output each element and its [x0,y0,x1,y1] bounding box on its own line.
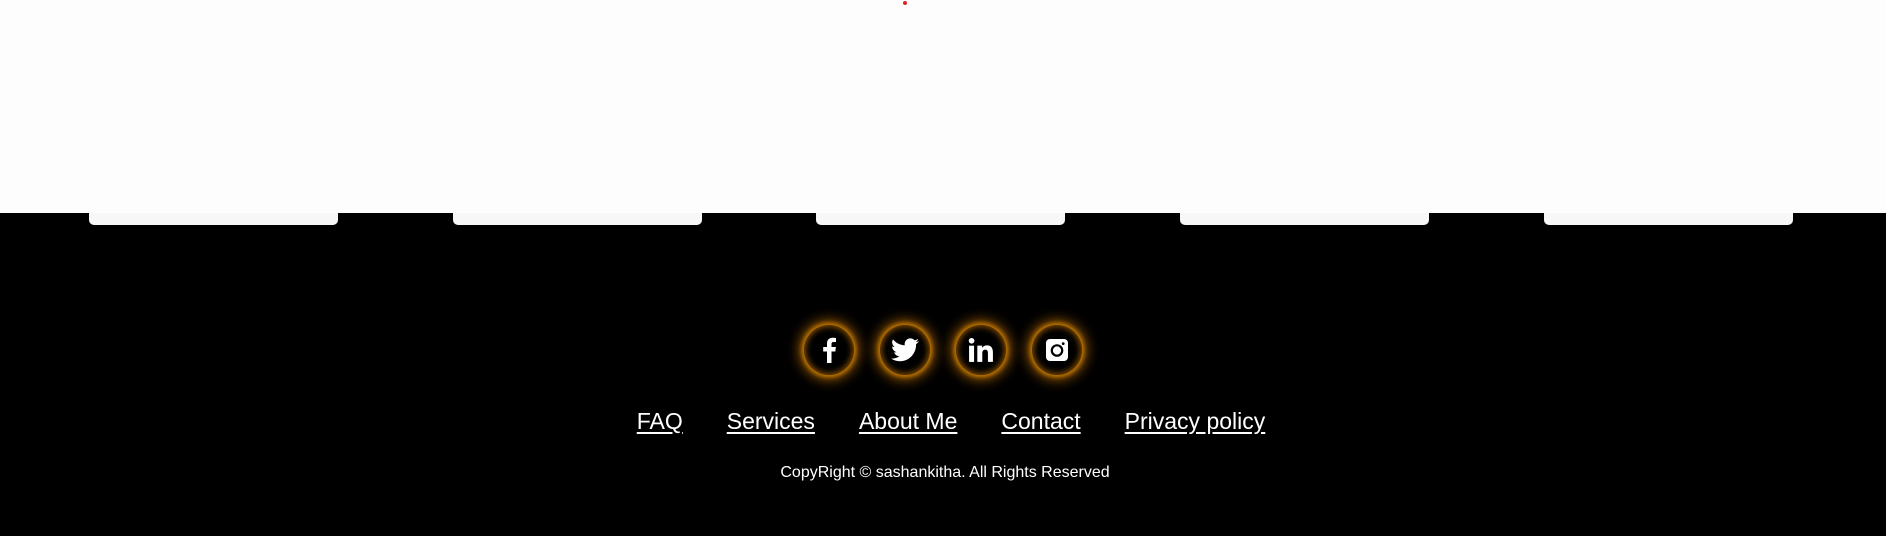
card-1[interactable] [89,213,338,225]
social-icons [0,325,1886,375]
facebook-link[interactable] [804,325,854,375]
footer-link-contact[interactable]: Contact [1001,408,1080,435]
footer-link-faq[interactable]: FAQ [637,408,683,435]
card-3[interactable] [816,213,1065,225]
card-5[interactable] [1544,213,1793,225]
twitter-icon [891,338,919,362]
instagram-icon [1045,338,1069,362]
card-4[interactable] [1180,213,1429,225]
footer-link-about-me[interactable]: About Me [859,408,957,435]
red-dot-marker [903,1,907,5]
copyright-text: CopyRight © sashankitha. All Rights Rese… [780,464,1110,481]
facebook-icon [821,337,837,363]
linkedin-icon [968,337,994,363]
twitter-link[interactable] [880,325,930,375]
content-area [0,0,1886,213]
instagram-link[interactable] [1032,325,1082,375]
footer-link-privacy-policy[interactable]: Privacy policy [1125,408,1266,435]
footer-nav: FAQ Services About Me Contact Privacy po… [0,408,1886,435]
page: FAQ Services About Me Contact Privacy po… [0,0,1886,536]
linkedin-link[interactable] [956,325,1006,375]
footer-link-services[interactable]: Services [727,408,815,435]
card-2[interactable] [453,213,702,225]
